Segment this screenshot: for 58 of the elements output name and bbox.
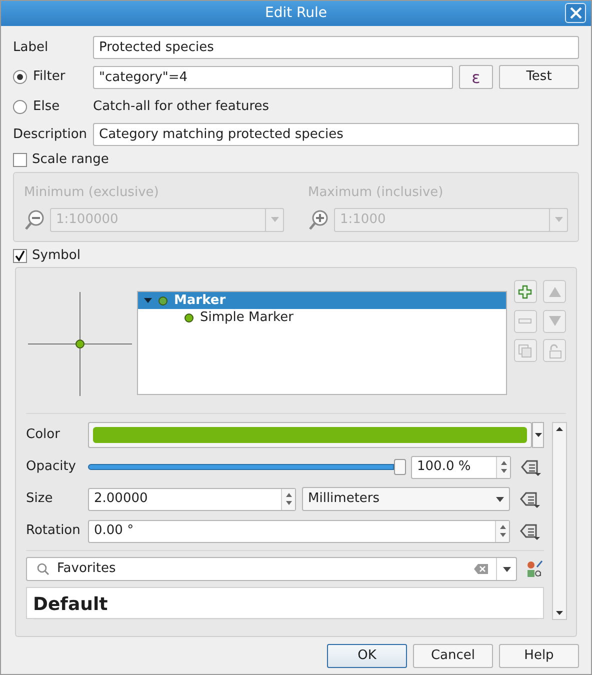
scroll-bar[interactable] (552, 422, 567, 620)
checkbox[interactable] (13, 249, 27, 263)
marker-icon (158, 296, 168, 306)
opacity-slider[interactable] (88, 459, 406, 475)
dropdown-arrow-icon (270, 217, 278, 222)
dropdown-arrow-icon (554, 217, 562, 222)
layer-item[interactable]: Marker (138, 292, 506, 309)
test-button[interactable]: Test (499, 65, 579, 89)
clear-icon[interactable] (474, 564, 488, 574)
expression-button[interactable]: ε (459, 65, 493, 89)
marker-preview-icon (28, 292, 132, 396)
dropdown-arrow-icon (534, 433, 542, 437)
opacity-spinbox[interactable]: 100.0 % (411, 456, 511, 478)
duplicate-layer-icon (517, 342, 533, 359)
size-spinbox[interactable]: 2.00000 (88, 488, 296, 510)
color-menu-button[interactable] (532, 422, 544, 448)
field-label: Label (13, 38, 50, 57)
radio-label: Else (33, 98, 60, 116)
property-label: Size (26, 490, 54, 508)
library-heading: Default (33, 591, 537, 620)
color-button[interactable] (88, 422, 532, 448)
slider-thumb[interactable] (394, 459, 406, 475)
checkbox-label: Scale range (32, 151, 109, 170)
dialog-button[interactable]: OK (327, 644, 407, 668)
window-title: Edit Rule (264, 4, 328, 23)
style-manager-icon[interactable] (526, 560, 544, 578)
dropdown-arrow-icon (496, 496, 504, 502)
scale-label: Minimum (exclusive) (24, 184, 160, 202)
radio-label: Filter (33, 68, 66, 86)
checkbox[interactable] (13, 153, 27, 167)
lock-layer-icon (546, 342, 563, 359)
radio-button[interactable] (13, 100, 27, 114)
unit-combo[interactable]: Millimeters (302, 487, 510, 511)
dropdown-arrow-icon[interactable] (502, 566, 510, 572)
add-layer-button[interactable] (514, 280, 536, 303)
search-field[interactable]: Favorites (26, 557, 517, 581)
else-description: Catch-all for other features (93, 98, 270, 116)
checkbox-label: Symbol (32, 247, 80, 266)
radio-button[interactable] (13, 70, 27, 84)
check-icon (14, 250, 26, 262)
close-icon (570, 7, 582, 19)
text-field[interactable]: Category matching protected species (93, 123, 579, 146)
field-label: Description (13, 126, 88, 144)
close-button[interactable] (565, 3, 586, 23)
property-label: Color (26, 426, 61, 444)
text-field[interactable]: "category"=4 (93, 66, 453, 88)
layer-item[interactable]: Simple Marker (138, 309, 506, 326)
scale-label: Maximum (inclusive) (308, 184, 444, 202)
marker-icon (184, 312, 194, 322)
rotation-spinbox[interactable]: 0.00 ° (88, 520, 510, 542)
search-icon (37, 563, 49, 575)
add-layer-icon (517, 284, 533, 300)
dialog-button[interactable]: Help (499, 644, 579, 668)
property-label: Opacity (26, 458, 78, 476)
dialog-button[interactable]: Cancel (413, 644, 493, 668)
expand-arrow-icon[interactable] (144, 298, 152, 303)
text-field[interactable]: Protected species (93, 36, 579, 59)
property-label: Rotation (26, 522, 82, 540)
